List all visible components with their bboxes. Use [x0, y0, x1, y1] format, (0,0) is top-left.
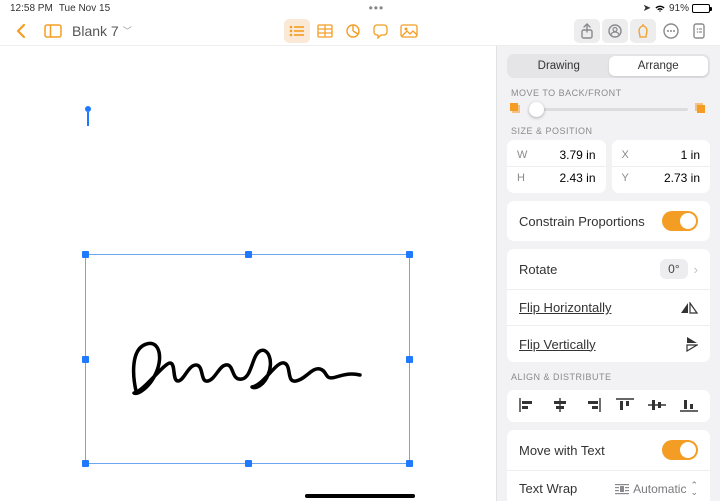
insert-shape-button[interactable] [368, 19, 394, 43]
send-back-icon [509, 102, 523, 116]
panel-tabs[interactable]: Drawing Arrange [507, 54, 710, 78]
document-title-text: Blank 7 [72, 23, 119, 39]
resize-handle[interactable] [82, 251, 89, 258]
position-fields: X1 in Y2.73 in [612, 140, 711, 193]
x-field[interactable]: X1 in [612, 144, 711, 166]
chevron-right-icon: › [694, 262, 698, 277]
more-button[interactable] [658, 19, 684, 43]
status-date: Tue Nov 15 [59, 3, 110, 14]
resize-handle[interactable] [245, 251, 252, 258]
format-brush-button[interactable] [630, 19, 656, 43]
constrain-toggle[interactable] [662, 211, 698, 231]
rotate-row[interactable]: Rotate 0° › [507, 249, 710, 289]
resize-handle[interactable] [406, 356, 413, 363]
tab-arrange[interactable]: Arrange [609, 56, 709, 76]
wifi-icon [654, 4, 666, 13]
flip-vertical-icon [686, 336, 698, 352]
align-top-button[interactable] [616, 398, 634, 412]
insert-chart-button[interactable] [340, 19, 366, 43]
text-cursor [85, 106, 91, 126]
resize-handle[interactable] [82, 460, 89, 467]
collaborate-button[interactable] [602, 19, 628, 43]
text-wrap-row[interactable]: Text Wrap Automatic ⌃⌄ [507, 470, 710, 501]
insert-table-button[interactable] [312, 19, 338, 43]
document-title[interactable]: Blank 7 ﹀ [72, 23, 132, 39]
resize-handle[interactable] [406, 460, 413, 467]
section-align-label: ALIGN & DISTRIBUTE [511, 372, 706, 382]
flip-horizontal-icon [680, 302, 698, 314]
status-time: 12:58 PM [10, 3, 53, 14]
signature-drawing[interactable] [124, 333, 364, 403]
resize-handle[interactable] [406, 251, 413, 258]
section-move-label: MOVE TO BACK/FRONT [511, 88, 706, 98]
resize-handle[interactable] [245, 460, 252, 467]
status-bar: 12:58 PM Tue Nov 15 ••• ➤ 91% [0, 0, 720, 16]
resize-handle[interactable] [82, 356, 89, 363]
rotate-value[interactable]: 0° [660, 259, 687, 279]
height-field[interactable]: H2.43 in [507, 166, 606, 189]
battery-icon [692, 4, 710, 13]
flip-horizontal-row[interactable]: Flip Horizontally [507, 289, 710, 325]
format-panel: Drawing Arrange MOVE TO BACK/FRONT SIZE … [496, 46, 720, 501]
align-center-button[interactable] [551, 398, 569, 412]
flip-vertical-row[interactable]: Flip Vertically [507, 325, 710, 362]
insert-media-button[interactable] [396, 19, 422, 43]
constrain-proportions-row[interactable]: Constrain Proportions [507, 201, 710, 241]
y-field[interactable]: Y2.73 in [612, 166, 711, 189]
move-with-text-toggle[interactable] [662, 440, 698, 460]
document-settings-button[interactable] [686, 19, 712, 43]
tab-drawing[interactable]: Drawing [509, 56, 609, 76]
sidebar-toggle-button[interactable] [40, 19, 66, 43]
location-icon: ➤ [643, 3, 651, 14]
chevron-down-icon: ﹀ [123, 24, 132, 37]
section-size-label: SIZE & POSITION [511, 126, 706, 136]
width-field[interactable]: W3.79 in [507, 144, 606, 166]
selection-box[interactable] [85, 254, 410, 464]
share-button[interactable] [574, 19, 600, 43]
align-left-button[interactable] [519, 398, 537, 412]
move-with-text-row[interactable]: Move with Text [507, 430, 710, 470]
align-bottom-button[interactable] [680, 398, 698, 412]
layer-order-slider[interactable] [509, 102, 708, 116]
battery-pct: 91% [669, 3, 689, 14]
view-list-button[interactable] [284, 19, 310, 43]
back-button[interactable] [8, 19, 34, 43]
bring-front-icon [694, 102, 708, 116]
align-middle-button[interactable] [648, 398, 666, 412]
align-right-button[interactable] [583, 398, 601, 412]
up-down-icon: ⌃⌄ [690, 482, 698, 496]
multitask-dots[interactable]: ••• [110, 1, 642, 15]
text-wrap-icon [615, 483, 629, 495]
home-indicator[interactable] [305, 494, 415, 498]
toolbar: Blank 7 ﹀ [0, 16, 720, 46]
size-fields: W3.79 in H2.43 in [507, 140, 606, 193]
